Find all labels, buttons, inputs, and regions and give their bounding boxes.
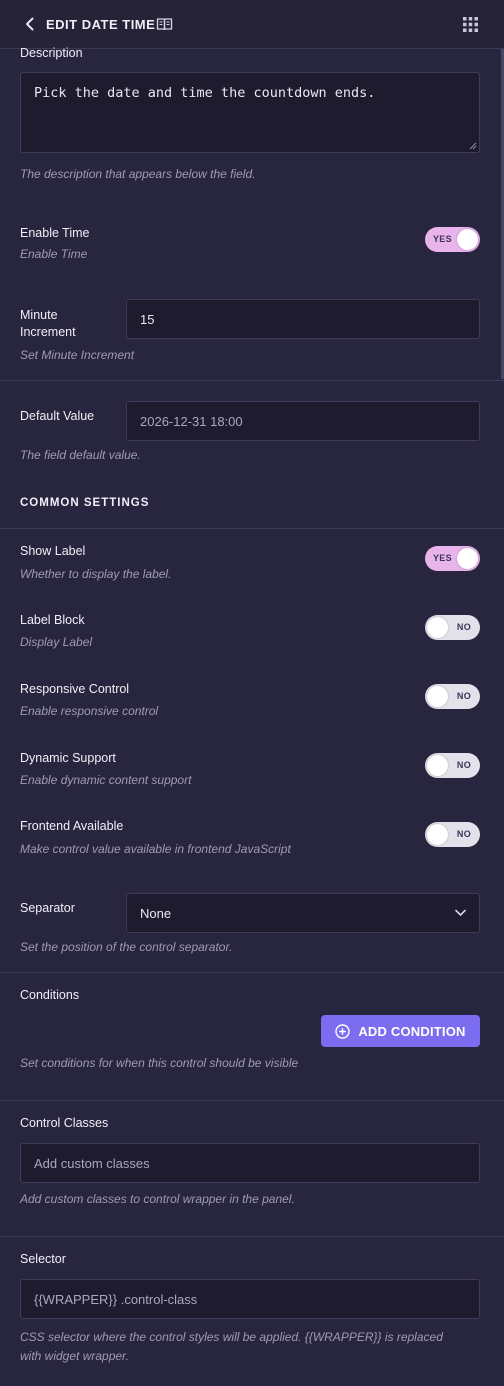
selector-help-line2: with widget wrapper.	[20, 1349, 129, 1363]
default-value-help: The field default value.	[20, 448, 141, 462]
responsive-control-help: Enable responsive control	[20, 704, 159, 718]
enable-time-help: Enable Time	[20, 247, 88, 261]
description-value: Pick the date and time the countdown end…	[34, 85, 376, 101]
show-label-toggle[interactable]: YES	[425, 546, 480, 571]
frontend-available-help: Make control value available in frontend…	[20, 842, 291, 856]
separator-value: None	[140, 905, 172, 921]
separator-label: Separator	[20, 901, 75, 915]
minute-increment-help: Set Minute Increment	[20, 348, 135, 362]
control-classes-help: Add custom classes to control wrapper in…	[20, 1192, 295, 1206]
selector-help: CSS selector where the control styles wi…	[20, 1328, 443, 1366]
toggle-state-text: NO	[456, 691, 471, 701]
toggle-state-text: YES	[433, 234, 452, 244]
dynamic-support-help: Enable dynamic content support	[20, 773, 192, 787]
book-open-icon[interactable]	[156, 16, 173, 32]
toggle-knob	[457, 548, 478, 569]
responsive-control-label: Responsive Control	[20, 682, 130, 696]
separator-help: Set the position of the control separato…	[20, 940, 233, 954]
separator-select[interactable]: None	[126, 893, 480, 933]
grid-dots-icon[interactable]	[463, 17, 478, 32]
responsive-control-toggle[interactable]: NO	[425, 684, 480, 709]
divider	[0, 972, 504, 973]
toggle-state-text: NO	[456, 760, 471, 770]
default-value-value: 2026-12-31 18:00	[140, 413, 243, 429]
dynamic-support-toggle[interactable]: NO	[425, 753, 480, 778]
divider	[0, 1236, 504, 1237]
control-classes-placeholder: Add custom classes	[34, 1155, 150, 1171]
toggle-state-text: NO	[456, 622, 471, 632]
toggle-state-text: NO	[456, 829, 471, 839]
selector-input[interactable]: {{WRAPPER}} .control-class	[20, 1279, 480, 1319]
minute-increment-value: 15	[140, 311, 155, 327]
frontend-available-toggle[interactable]: NO	[425, 822, 480, 847]
conditions-label: Conditions	[20, 988, 80, 1002]
dynamic-support-label: Dynamic Support	[20, 751, 116, 765]
add-condition-button[interactable]: ADD CONDITION	[321, 1015, 480, 1047]
common-settings-title: COMMON SETTINGS	[20, 497, 150, 509]
chevron-left-icon[interactable]	[22, 16, 38, 32]
default-value-input[interactable]: 2026-12-31 18:00	[126, 401, 480, 441]
label-block-label: Label Block	[20, 613, 85, 627]
add-condition-label: ADD CONDITION	[358, 1023, 466, 1039]
toggle-knob	[427, 617, 448, 638]
show-label-help: Whether to display the label.	[20, 567, 172, 581]
enable-time-toggle[interactable]: YES	[425, 227, 480, 252]
label-block-help: Display Label	[20, 635, 93, 649]
minute-increment-label-line1: Minute	[20, 308, 58, 322]
minute-increment-label-line2: Increment	[20, 325, 76, 339]
frontend-available-label: Frontend Available	[20, 819, 124, 833]
selector-label: Selector	[20, 1252, 66, 1266]
minute-increment-label: Minute Increment	[20, 307, 76, 341]
toggle-state-text: YES	[433, 553, 452, 563]
show-label-label: Show Label	[20, 544, 86, 558]
conditions-help: Set conditions for when this control sho…	[20, 1056, 299, 1070]
description-help: The description that appears below the f…	[20, 167, 256, 181]
label-block-toggle[interactable]: NO	[425, 615, 480, 640]
plus-circle-icon	[335, 1023, 351, 1039]
panel-title: EDIT DATE TIME	[46, 17, 156, 32]
description-textarea[interactable]: Pick the date and time the countdown end…	[20, 72, 480, 153]
divider	[0, 528, 504, 529]
toggle-knob	[427, 824, 448, 845]
enable-time-label: Enable Time	[20, 226, 90, 240]
resize-handle-icon[interactable]	[469, 142, 477, 150]
minute-increment-input[interactable]: 15	[126, 299, 480, 339]
default-value-label: Default Value	[20, 409, 95, 423]
toggle-knob	[427, 755, 448, 776]
panel-header: EDIT DATE TIME	[0, 0, 504, 49]
divider	[0, 380, 504, 381]
control-classes-input[interactable]: Add custom classes	[20, 1143, 480, 1183]
control-classes-label: Control Classes	[20, 1116, 109, 1130]
selector-help-line1: CSS selector where the control styles wi…	[20, 1330, 443, 1344]
toggle-knob	[457, 229, 478, 250]
description-label: Description	[20, 46, 83, 60]
selector-value: {{WRAPPER}} .control-class	[34, 1291, 198, 1307]
toggle-knob	[427, 686, 448, 707]
divider	[0, 1100, 504, 1101]
chevron-down-icon	[455, 909, 466, 917]
